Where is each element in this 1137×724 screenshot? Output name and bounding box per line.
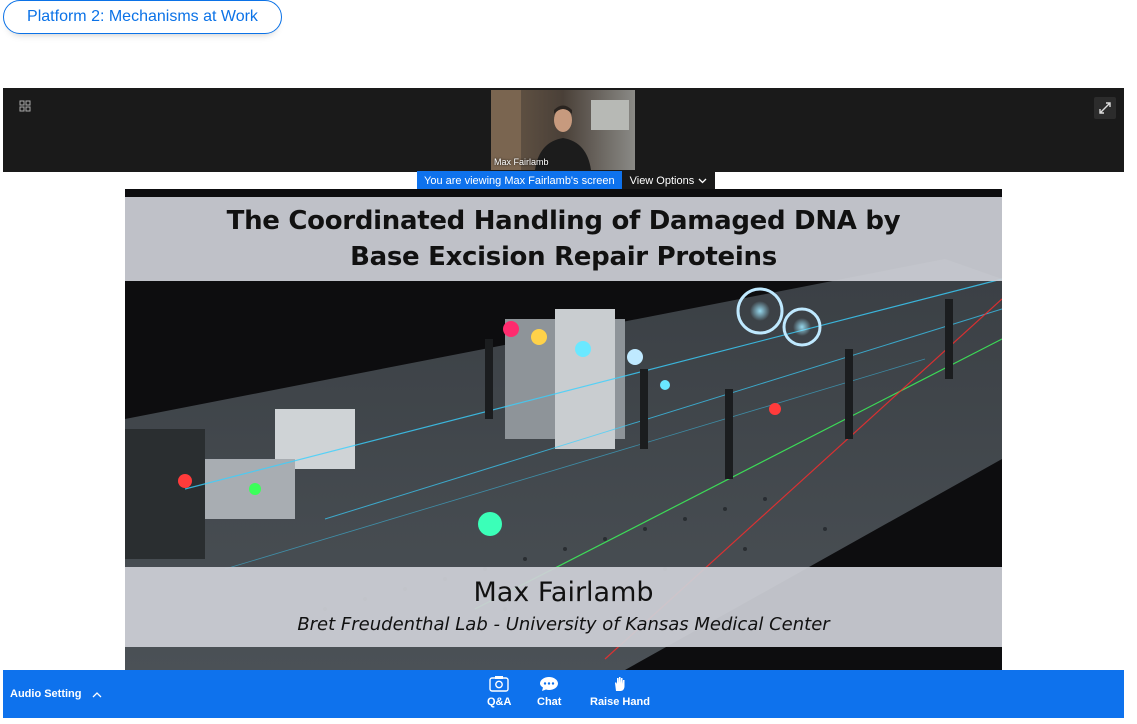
slide-affiliation: Bret Freudenthal Lab - University of Kan… [297, 614, 830, 635]
qa-icon [489, 676, 509, 692]
slide-title-band: The Coordinated Handling of Damaged DNA … [125, 197, 1002, 281]
chevron-down-icon [698, 178, 707, 183]
chat-button[interactable]: Chat [537, 676, 561, 708]
chat-label: Chat [537, 696, 562, 708]
fullscreen-button[interactable] [1094, 97, 1116, 119]
grid-view-icon[interactable] [17, 98, 33, 114]
slide-title-line-1: The Coordinated Handling of Damaged DNA … [226, 206, 901, 236]
qa-button[interactable]: Q&A [487, 676, 511, 708]
fullscreen-icon [1099, 102, 1111, 114]
slide-title-line-2: Base Excision Repair Proteins [350, 242, 777, 272]
participant-strip: Max Fairlamb [3, 88, 1124, 172]
qa-label: Q&A [487, 696, 512, 708]
raise-hand-button[interactable]: Raise Hand [590, 676, 650, 708]
slide-presenter-band: Max Fairlamb Bret Freudenthal Lab - Univ… [125, 567, 1002, 647]
session-title: Platform 2: Mechanisms at Work [27, 8, 258, 25]
chevron-up-icon [92, 691, 101, 697]
session-title-pill[interactable]: Platform 2: Mechanisms at Work [3, 0, 282, 34]
shared-slide: The Coordinated Handling of Damaged DNA … [125, 189, 1002, 670]
raise-hand-label: Raise Hand [590, 696, 650, 708]
viewing-screen-label: You are viewing Max Fairlamb's screen [417, 171, 622, 190]
raise-hand-icon [614, 677, 625, 691]
slide-presenter-name: Max Fairlamb [473, 577, 654, 608]
zoom-meeting-stage: Max Fairlamb You are viewing Max Fairlam… [3, 88, 1124, 670]
thumbnail-participant-name: Max Fairlamb [494, 157, 549, 167]
view-options-label: View Options [629, 174, 695, 187]
participant-video-thumbnail[interactable]: Max Fairlamb [491, 90, 635, 170]
meeting-controls-bar: Audio Setting Q&A Chat Raise Hand [3, 670, 1124, 718]
chat-icon [540, 677, 559, 691]
audio-setting-button[interactable]: Audio Setting [10, 670, 102, 718]
audio-setting-label: Audio Setting [10, 688, 82, 700]
view-options-button[interactable]: View Options [621, 171, 716, 190]
screen-share-banner: You are viewing Max Fairlamb's screen Vi… [417, 171, 716, 190]
